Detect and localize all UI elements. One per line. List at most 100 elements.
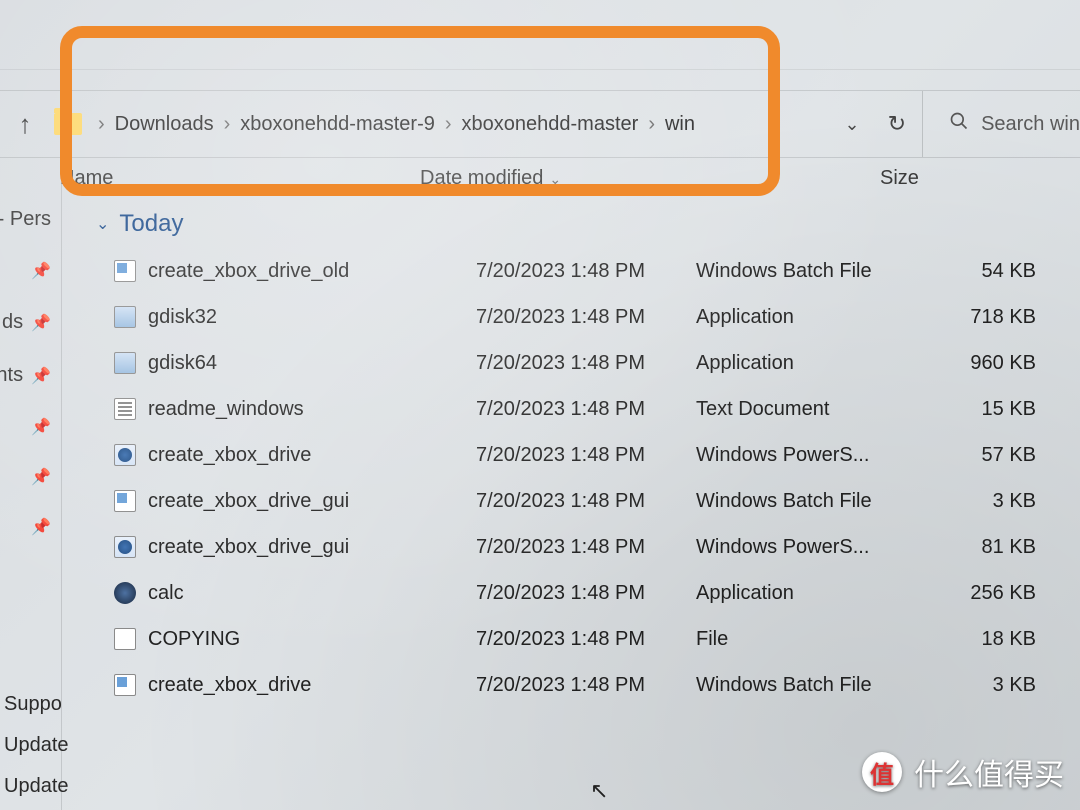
file-type-icon <box>114 260 136 282</box>
file-type-cell: Windows Batch File <box>696 490 926 513</box>
file-size-cell: 3 KB <box>926 674 1066 697</box>
chevron-right-icon: › <box>98 113 105 136</box>
file-row[interactable]: create_xbox_drive7/20/2023 1:48 PMWindow… <box>96 432 1080 478</box>
file-date-cell: 7/20/2023 1:48 PM <box>476 628 696 651</box>
file-name-cell[interactable]: COPYING <box>96 628 476 651</box>
chevron-down-icon: ⌄ <box>549 171 561 187</box>
file-type-cell: Windows PowerS... <box>696 444 926 467</box>
window-toolbar <box>0 0 1080 70</box>
breadcrumb-item[interactable]: win <box>665 113 695 136</box>
file-name-cell[interactable]: gdisk64 <box>96 352 476 375</box>
search-input[interactable]: Search win <box>922 91 1080 157</box>
file-name-cell[interactable]: create_xbox_drive_gui <box>96 536 476 559</box>
file-name-label: readme_windows <box>148 398 304 421</box>
column-date[interactable]: Date modified⌄ <box>420 167 650 190</box>
chevron-right-icon: › <box>445 113 452 136</box>
file-type-cell: Application <box>696 352 926 375</box>
file-type-cell: Windows Batch File <box>696 674 926 697</box>
sidebar-item[interactable]: Update <box>4 734 69 757</box>
sidebar-item[interactable]: 📌 <box>0 261 61 281</box>
file-type-icon <box>114 674 136 696</box>
file-type-icon <box>114 306 136 328</box>
file-name-cell[interactable]: create_xbox_drive <box>96 444 476 467</box>
column-type[interactable]: Type <box>650 167 880 190</box>
file-size-cell: 57 KB <box>926 444 1066 467</box>
file-row[interactable]: gdisk327/20/2023 1:48 PMApplication718 K… <box>96 294 1080 340</box>
column-headers[interactable]: Name Date modified⌄ Type Size <box>60 158 1080 198</box>
pin-icon: 📌 <box>31 261 51 281</box>
address-bar[interactable]: ↑ › Downloads › xboxonehdd-master-9 › xb… <box>0 90 1080 158</box>
file-type-icon <box>114 536 136 558</box>
file-type-cell: Application <box>696 306 926 329</box>
breadcrumb-item[interactable]: Downloads <box>115 113 214 136</box>
refresh-icon[interactable]: ↻ <box>888 111 906 137</box>
file-type-icon <box>114 352 136 374</box>
file-name-cell[interactable]: readme_windows <box>96 398 476 421</box>
group-label: Today <box>119 210 183 238</box>
file-type-icon <box>114 444 136 466</box>
file-type-icon <box>114 490 136 512</box>
file-list[interactable]: ⌄ Today create_xbox_drive_old 7/20/2023 1… <box>66 200 1080 810</box>
file-row[interactable]: readme_windows7/20/2023 1:48 PMText Docu… <box>96 386 1080 432</box>
file-type-cell: Windows PowerS... <box>696 536 926 559</box>
file-name-cell[interactable]: create_xbox_drive_gui <box>96 490 476 513</box>
file-type-icon <box>114 582 136 604</box>
column-size[interactable]: Size <box>880 167 1080 190</box>
file-date-cell: 7/20/2023 1:48 PM <box>476 582 696 605</box>
file-name-label: gdisk64 <box>148 352 217 375</box>
tab-corner <box>32 24 62 54</box>
file-name-cell[interactable]: gdisk32 <box>96 306 476 329</box>
breadcrumb-item[interactable]: xboxonehdd-master <box>462 113 639 136</box>
file-type-cell: Windows Batch File <box>696 260 926 283</box>
sidebar-item[interactable]: ds📌 <box>0 311 61 334</box>
up-button[interactable]: ↑ <box>0 109 50 140</box>
breadcrumb-item[interactable]: xboxonehdd-master-9 <box>240 113 435 136</box>
sidebar-item[interactable]: nts📌 <box>0 364 61 387</box>
group-header-today[interactable]: ⌄ Today <box>96 210 1080 238</box>
pin-icon: 📌 <box>31 517 51 537</box>
file-row[interactable]: calc7/20/2023 1:48 PMApplication256 KB <box>96 570 1080 616</box>
sidebar-item[interactable]: 📌 <box>0 517 61 537</box>
file-type-cell: Text Document <box>696 398 926 421</box>
folder-icon <box>54 113 82 135</box>
chevron-right-icon: › <box>224 113 231 136</box>
column-name[interactable]: Name <box>60 167 420 190</box>
file-name-cell[interactable]: create_xbox_drive_old <box>96 260 476 283</box>
chevron-right-icon: › <box>648 113 655 136</box>
file-row[interactable]: COPYING7/20/2023 1:48 PMFile18 KB <box>96 616 1080 662</box>
file-size-cell: 54 KB <box>926 260 1066 283</box>
file-date-cell: 7/20/2023 1:48 PM <box>476 674 696 697</box>
search-placeholder: Search win <box>981 113 1080 136</box>
file-name-label: create_xbox_drive_old <box>148 260 349 283</box>
sidebar-item[interactable]: Suppo <box>4 693 69 716</box>
file-date-cell: 7/20/2023 1:48 PM <box>476 536 696 559</box>
file-size-cell: 3 KB <box>926 490 1066 513</box>
file-row[interactable]: create_xbox_drive_gui7/20/2023 1:48 PMWi… <box>96 524 1080 570</box>
file-name-label: calc <box>148 582 184 605</box>
file-date-cell: 7/20/2023 1:48 PM <box>476 260 696 283</box>
file-type-icon <box>114 398 136 420</box>
sidebar-item[interactable]: Update <box>4 775 69 798</box>
sidebar-item[interactable]: 📌 <box>0 467 61 487</box>
file-row[interactable]: gdisk64 7/20/2023 1:48 PMApplication960 K… <box>96 340 1080 386</box>
file-name-cell[interactable]: calc <box>96 582 476 605</box>
sidebar-bottom: Suppo Update Update <box>0 693 69 798</box>
file-size-cell: 960 KB <box>926 352 1066 375</box>
file-size-cell: 15 KB <box>926 398 1066 421</box>
sidebar-item[interactable]: 📌 <box>0 417 61 437</box>
search-icon <box>949 111 969 137</box>
file-name-label: create_xbox_drive <box>148 444 311 467</box>
file-name-cell[interactable]: create_xbox_drive <box>96 674 476 697</box>
pin-icon: 📌 <box>31 467 51 487</box>
file-row[interactable]: create_xbox_drive_gui7/20/2023 1:48 PMWi… <box>96 478 1080 524</box>
file-row[interactable]: create_xbox_drive_old 7/20/2023 1:48 PMWi… <box>96 248 1080 294</box>
breadcrumb[interactable]: › Downloads › xboxonehdd-master-9 › xbox… <box>92 113 695 136</box>
chevron-down-icon[interactable]: ⌄ <box>845 114 860 135</box>
file-date-cell: 7/20/2023 1:48 PM <box>476 490 696 513</box>
sidebar-item[interactable]: g - Pers <box>0 208 61 231</box>
file-size-cell: 718 KB <box>926 306 1066 329</box>
file-date-cell: 7/20/2023 1:48 PM <box>476 352 696 375</box>
file-name-label: gdisk32 <box>148 306 217 329</box>
pin-icon: 📌 <box>31 417 51 437</box>
file-row[interactable]: create_xbox_drive7/20/2023 1:48 PMWindow… <box>96 662 1080 708</box>
